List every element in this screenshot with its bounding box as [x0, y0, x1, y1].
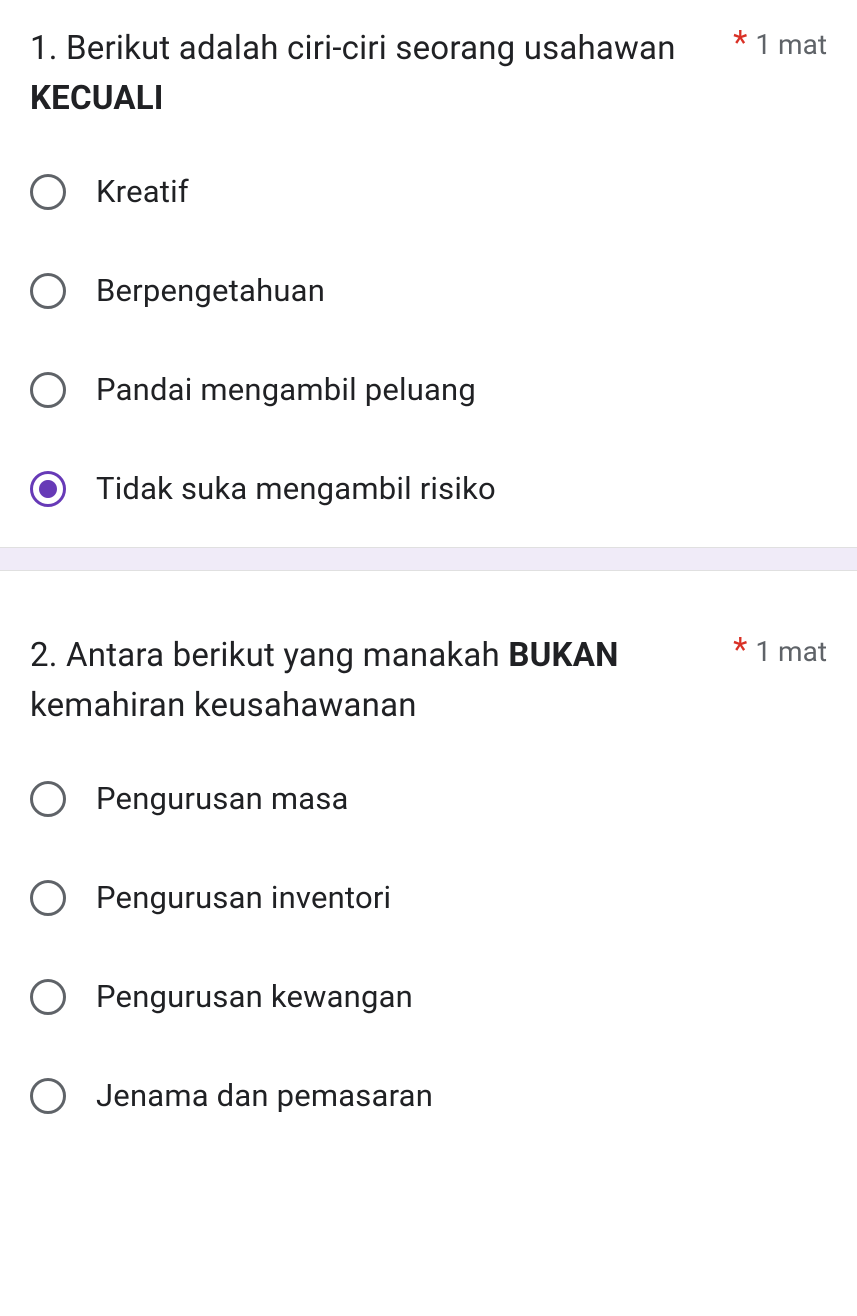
option-label: Tidak suka mengambil risiko	[96, 470, 496, 507]
question-text-after: kemahiran keusahawanan	[30, 686, 417, 725]
radio-icon[interactable]	[30, 372, 66, 408]
section-divider	[0, 547, 857, 571]
question-text-bold: KECUALI	[30, 79, 164, 118]
option-row[interactable]: Pandai mengambil peluang	[30, 371, 827, 408]
option-row[interactable]: Kreatif	[30, 173, 827, 210]
option-label: Berpengetahuan	[96, 272, 325, 309]
option-row[interactable]: Jenama dan pemasaran	[30, 1077, 827, 1114]
option-label: Kreatif	[96, 173, 189, 210]
radio-icon-selected[interactable]	[30, 471, 66, 507]
question-block-2: 2. Antara berikut yang manakah BUKAN kem…	[0, 571, 857, 1154]
question-header: 1. Berikut adalah ciri-ciri seorang usah…	[30, 24, 827, 123]
option-label: Pengurusan masa	[96, 780, 349, 817]
question-number: 1.	[30, 29, 66, 68]
radio-icon[interactable]	[30, 979, 66, 1015]
radio-icon[interactable]	[30, 1078, 66, 1114]
question-text: Berikut adalah ciri-ciri seorang usahawa…	[66, 29, 676, 68]
option-label: Jenama dan pemasaran	[96, 1077, 433, 1114]
option-row[interactable]: Berpengetahuan	[30, 272, 827, 309]
points-label: 1 mat	[755, 28, 827, 61]
radio-icon[interactable]	[30, 174, 66, 210]
options-group: Kreatif Berpengetahuan Pandai mengambil …	[30, 173, 827, 507]
question-number: 2.	[30, 636, 66, 675]
option-row[interactable]: Pengurusan kewangan	[30, 978, 827, 1015]
radio-icon[interactable]	[30, 273, 66, 309]
question-title: 2. Antara berikut yang manakah BUKAN kem…	[30, 631, 723, 730]
question-text: Antara berikut yang manakah	[66, 636, 508, 675]
option-label: Pengurusan inventori	[96, 879, 391, 916]
question-meta: * 1 mat	[723, 631, 827, 670]
radio-icon[interactable]	[30, 880, 66, 916]
option-label: Pengurusan kewangan	[96, 978, 413, 1015]
points-label: 1 mat	[755, 635, 827, 668]
question-title: 1. Berikut adalah ciri-ciri seorang usah…	[30, 24, 723, 123]
question-block-1: 1. Berikut adalah ciri-ciri seorang usah…	[0, 0, 857, 547]
option-label: Pandai mengambil peluang	[96, 371, 476, 408]
option-row[interactable]: Tidak suka mengambil risiko	[30, 470, 827, 507]
required-indicator: *	[733, 631, 747, 670]
radio-icon[interactable]	[30, 781, 66, 817]
option-row[interactable]: Pengurusan inventori	[30, 879, 827, 916]
options-group: Pengurusan masa Pengurusan inventori Pen…	[30, 780, 827, 1114]
option-row[interactable]: Pengurusan masa	[30, 780, 827, 817]
question-text-bold: BUKAN	[508, 636, 618, 675]
required-indicator: *	[733, 24, 747, 63]
question-header: 2. Antara berikut yang manakah BUKAN kem…	[30, 631, 827, 730]
question-meta: * 1 mat	[723, 24, 827, 63]
